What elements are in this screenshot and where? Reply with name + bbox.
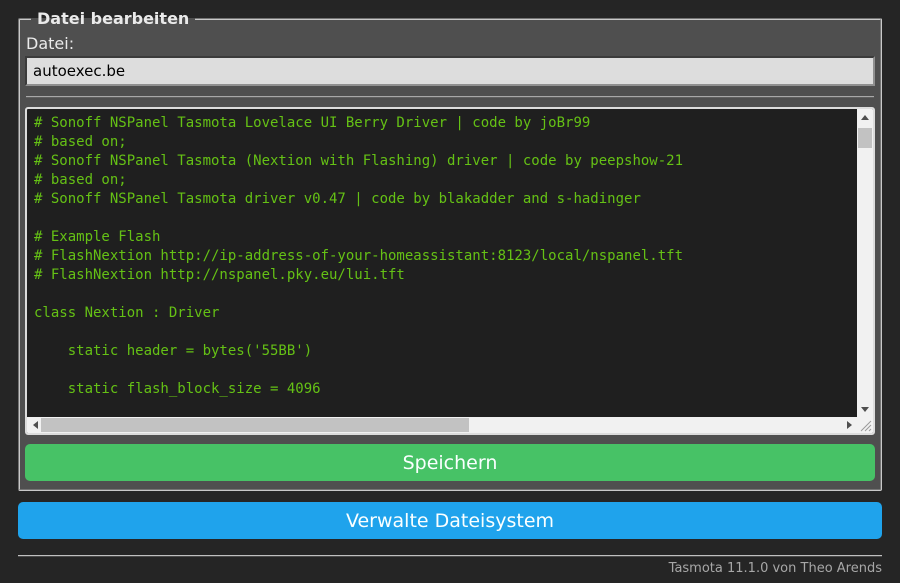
scroll-up-icon[interactable] xyxy=(857,109,873,125)
edit-file-legend: Datei bearbeiten xyxy=(37,9,190,28)
file-name-input[interactable] xyxy=(25,56,875,86)
vertical-scrollbar-thumb[interactable] xyxy=(858,128,872,148)
file-content-textarea[interactable]: # Sonoff NSPanel Tasmota Lovelace UI Ber… xyxy=(25,107,875,435)
vertical-scrollbar[interactable] xyxy=(857,109,873,417)
scroll-down-icon[interactable] xyxy=(857,401,873,417)
scroll-right-icon[interactable] xyxy=(841,417,857,433)
file-name-label: Datei: xyxy=(26,34,75,53)
edit-file-fieldset: Datei bearbeiten Datei: # Sonoff NSPanel… xyxy=(18,9,882,491)
file-content[interactable]: # Sonoff NSPanel Tasmota Lovelace UI Ber… xyxy=(27,109,857,417)
footer-divider xyxy=(18,555,882,557)
form-divider xyxy=(26,96,874,98)
tasmota-version-link[interactable]: Tasmota 11.1.0 xyxy=(669,561,769,576)
horizontal-scrollbar-thumb[interactable] xyxy=(41,418,469,432)
horizontal-scrollbar[interactable] xyxy=(27,417,857,433)
save-button[interactable]: Speichern xyxy=(25,444,875,481)
page-container: Datei bearbeiten Datei: # Sonoff NSPanel… xyxy=(0,0,900,576)
manage-filesystem-button[interactable]: Verwalte Dateisystem xyxy=(18,502,882,539)
footer: Tasmota 11.1.0 von Theo Arends xyxy=(18,561,882,576)
footer-credit-text: von Theo Arends xyxy=(768,561,882,576)
resize-grip-icon[interactable] xyxy=(857,417,873,433)
